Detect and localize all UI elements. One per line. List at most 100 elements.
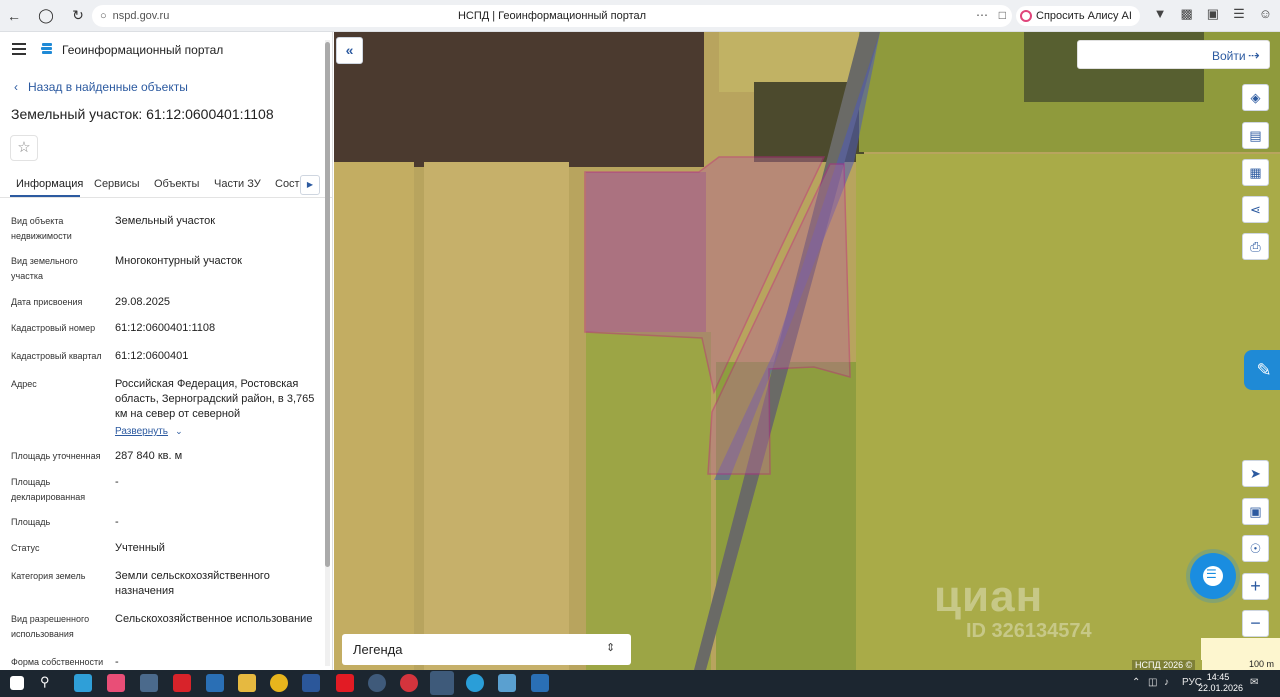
ruler-button[interactable]: ▤	[1242, 122, 1269, 149]
satellite-imagery	[334, 32, 1280, 670]
chat-icon: ☰	[1206, 567, 1217, 581]
windows-start-icon[interactable]	[10, 676, 24, 690]
ask-alice-button[interactable]: Спросить Алису AI	[1016, 6, 1140, 26]
page-title: НСПД | Геоинформационный портал	[457, 10, 647, 22]
scrollbar-thumb[interactable]	[325, 42, 330, 567]
geolocation-button[interactable]: ➤	[1242, 460, 1269, 487]
notes-icon[interactable]: ☰	[1233, 6, 1245, 22]
map-copyright: НСПД 2026 ©	[1132, 660, 1196, 670]
yandex-icon[interactable]: ◯	[32, 2, 60, 30]
field-value: -	[115, 656, 119, 668]
active-browser-icon[interactable]	[430, 671, 454, 695]
app-icon[interactable]	[531, 674, 549, 692]
ask-alice-label: Спросить Алису AI	[1036, 10, 1132, 22]
volume-icon[interactable]: ♪	[1164, 677, 1169, 688]
login-button[interactable]: Войти ⇢	[1077, 40, 1270, 69]
tab-parts[interactable]: Части ЗУ	[214, 178, 261, 190]
field-value: -	[115, 476, 119, 488]
location-pin-icon: ☉	[1249, 541, 1262, 556]
print-button[interactable]: ⎙	[1242, 233, 1269, 260]
chevron-down-icon: ⌄	[175, 426, 183, 436]
tab-services[interactable]: Сервисы	[94, 178, 140, 190]
back-arrow-icon[interactable]: ←	[0, 2, 28, 30]
field-label: Статус	[11, 543, 40, 553]
field-label: Кадастровый номер	[11, 323, 96, 333]
tab-information[interactable]: Информация	[16, 178, 83, 190]
panel-header: Геоинформационный портал	[0, 32, 332, 68]
app-icon[interactable]	[206, 674, 224, 692]
back-to-results-link[interactable]: ‹ Назад в найденные объекты	[14, 80, 188, 94]
cian-watermark-id: ID 326134574	[966, 620, 1092, 642]
tray-chevron-icon[interactable]: ⌃	[1132, 677, 1140, 688]
field-value: 61:12:0600401:1108	[115, 322, 216, 334]
alice-icon	[1020, 10, 1032, 22]
clock-time: 14:45	[1206, 672, 1230, 682]
cian-watermark: циан	[934, 572, 1044, 621]
zoom-in-button[interactable]: +	[1242, 573, 1269, 600]
field-value: 29.08.2025	[115, 296, 171, 308]
minimap-button[interactable]: ▣	[1242, 498, 1269, 525]
notifications-icon[interactable]: ✉	[1250, 677, 1258, 688]
menu-icon[interactable]	[12, 43, 26, 55]
clock-date: 22.01.2026	[1198, 683, 1244, 693]
active-tab-indicator	[10, 195, 80, 197]
app-icon[interactable]	[498, 674, 516, 692]
calculator-icon[interactable]	[140, 674, 158, 692]
side-widget-button[interactable]: ✎	[1244, 350, 1280, 390]
collections-icon[interactable]: ▣	[1207, 6, 1219, 22]
field-label: Вид объекта недвижимости	[11, 216, 72, 241]
dark-field-area	[334, 32, 704, 167]
opera-icon[interactable]	[173, 674, 191, 692]
download-icon[interactable]: ▼	[1154, 6, 1167, 22]
telegram-icon[interactable]	[466, 674, 484, 692]
field-label: Площадь уточненная	[11, 451, 101, 461]
minimap-icon: ▣	[1249, 504, 1262, 519]
navigation-arrow-icon: ➤	[1250, 466, 1261, 481]
up-down-chevron-icon: ⇕	[606, 642, 616, 654]
plus-icon: +	[1250, 576, 1261, 596]
layers-button[interactable]: ◈	[1242, 84, 1269, 111]
network-icon[interactable]: ◫	[1148, 677, 1157, 688]
search-icon[interactable]: ⚲	[40, 674, 58, 692]
expand-address-link[interactable]: Развернуть ⌄	[115, 424, 315, 439]
address-bar[interactable]: ○ nspd.gov.ru НСПД | Геоинформационный п…	[92, 5, 1012, 27]
zoom-out-button[interactable]: −	[1242, 610, 1269, 637]
chat-button[interactable]: ☰	[1190, 553, 1236, 599]
share-button[interactable]: ⋖	[1242, 196, 1269, 223]
url-text: nspd.gov.ru	[112, 10, 170, 22]
login-label: Войти	[1212, 49, 1246, 63]
word-icon[interactable]	[302, 674, 320, 692]
extensions-icon[interactable]: ▩	[1180, 6, 1192, 22]
panel-scrollbar[interactable]	[325, 40, 330, 666]
reload-icon[interactable]: ↻	[64, 2, 92, 30]
profile-icon[interactable]: ☺	[1259, 6, 1272, 22]
menu-dots-icon[interactable]: ⋯	[976, 8, 988, 22]
field-value: Сельскохозяйственное использование	[115, 613, 313, 625]
object-title: Земельный участок: 61:12:0600401:1108	[11, 106, 274, 122]
bookmark-icon[interactable]: □	[999, 8, 1006, 22]
field-strip	[424, 162, 569, 670]
tab-objects[interactable]: Объекты	[154, 178, 199, 190]
app-icon[interactable]	[400, 674, 418, 692]
field-label: Площадь декларированная	[11, 477, 86, 502]
map-view[interactable]: « Войти ⇢ ◈ ▤ ▦ ⋖ ⎙ ✎ ➤ ▣ ☉ + − ☰ циан I…	[334, 32, 1280, 670]
yandex-browser-icon[interactable]	[368, 674, 386, 692]
field-value: 61:12:0600401	[115, 350, 189, 362]
field-value: -	[115, 516, 119, 528]
legend-dropdown[interactable]: Легенда ⇕	[342, 634, 631, 665]
system-clock[interactable]: 14:45 22.01.2026	[1198, 672, 1244, 694]
favorite-star-icon[interactable]: ☆	[10, 135, 38, 161]
location-target-button[interactable]: ☉	[1242, 535, 1269, 562]
chrome-icon[interactable]	[270, 674, 288, 692]
field-label: Вид разрешенного использования	[11, 614, 90, 639]
yandex-app-icon[interactable]	[336, 674, 354, 692]
tabs-scroll-right-icon[interactable]: ▶	[300, 175, 320, 195]
selection-button[interactable]: ▦	[1242, 159, 1269, 186]
field-value: Земли сельскохозяйственного назначения	[115, 570, 270, 597]
app-icon[interactable]	[107, 674, 125, 692]
edge-icon[interactable]	[74, 674, 92, 692]
collapse-panel-button[interactable]: «	[336, 37, 363, 64]
print-icon: ⎙	[1250, 239, 1261, 254]
field-value: Многоконтурный участок	[115, 255, 242, 267]
folder-icon[interactable]	[238, 674, 256, 692]
